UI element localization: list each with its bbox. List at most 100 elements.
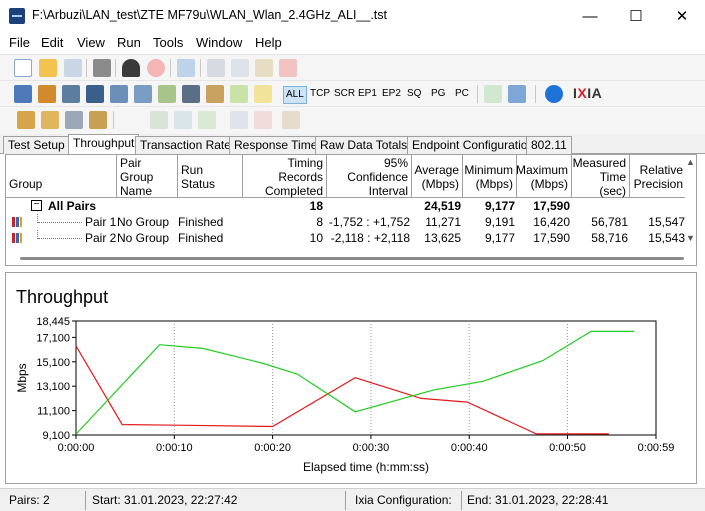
refresh-icon[interactable] [177, 59, 195, 77]
all-pairs-label: All Pairs [48, 199, 97, 213]
column-run-status[interactable]: Run Status [178, 155, 243, 198]
stop-icon[interactable] [147, 59, 165, 77]
filter-tcp-button[interactable]: TCP [308, 86, 332, 104]
info-icon[interactable] [545, 85, 563, 103]
plot-area [75, 320, 657, 436]
tab-802-11[interactable]: 802.11 [526, 136, 572, 154]
x-tick-label: 0:00:30 [353, 442, 390, 454]
menu-file[interactable]: File [9, 35, 30, 50]
options-icon[interactable] [230, 85, 248, 103]
cut-icon[interactable] [207, 59, 225, 77]
add-multicast-icon[interactable] [38, 85, 56, 103]
pair-maximum: 17,590 [533, 231, 570, 245]
column-minimum[interactable]: Minimum (Mbps) [463, 155, 517, 198]
open-folder-icon[interactable] [39, 59, 57, 77]
new-file-icon[interactable] [14, 59, 32, 77]
column-maximum[interactable]: Maximum (Mbps) [516, 155, 572, 198]
filter-pc-button[interactable]: PC [453, 86, 471, 104]
print-icon[interactable] [93, 59, 111, 77]
pair-tools-icon[interactable] [65, 111, 83, 129]
script-icon[interactable] [134, 85, 152, 103]
column-confidence-interval[interactable]: 95% Confidence Interval [327, 155, 412, 198]
tab-endpoint-configuration[interactable]: Endpoint Configuration [407, 136, 540, 154]
filter-scr-button[interactable]: SCR [332, 86, 357, 104]
filter-ep2-button[interactable]: EP2 [380, 86, 403, 104]
scroll-up-icon[interactable]: ▲ [686, 157, 695, 167]
filter-icon[interactable] [182, 85, 200, 103]
disabled-tool-6-icon[interactable] [282, 111, 300, 129]
toolbar-tools [0, 106, 705, 134]
disabled-tool-2-icon[interactable] [174, 111, 192, 129]
x-tick-label: 0:00:50 [549, 442, 586, 454]
column-pair-group-name[interactable]: Pair Group Name [117, 155, 178, 198]
menu-view[interactable]: View [77, 35, 105, 50]
add-pair-icon[interactable] [14, 85, 32, 103]
column-average[interactable]: Average (Mbps) [412, 155, 463, 198]
paste-icon[interactable] [255, 59, 273, 77]
menu-help[interactable]: Help [255, 35, 282, 50]
close-button[interactable]: ✕ [659, 0, 705, 32]
disabled-tool-1-icon[interactable] [150, 111, 168, 129]
pair-name: Pair 2 [85, 231, 117, 245]
x-axis-label: Elapsed time (h:mm:ss) [303, 460, 429, 474]
wizard-icon[interactable] [17, 111, 35, 129]
table-row[interactable]: Pair 1 No Group Finished 8 -1,752 : +1,7… [6, 214, 686, 230]
app-tools-icon[interactable] [89, 111, 107, 129]
column-measured-time[interactable]: Measured Time (sec) [572, 155, 630, 198]
all-pairs-average: 24,519 [424, 199, 461, 213]
menu-window[interactable]: Window [196, 35, 242, 50]
column-relative-precision[interactable]: Relative Precision [630, 155, 686, 198]
menu-edit[interactable]: Edit [41, 35, 63, 50]
column-group[interactable]: Group [6, 155, 117, 198]
y-tick-label: 15,100 [36, 357, 70, 369]
save-results-icon[interactable] [508, 85, 526, 103]
copy-icon[interactable] [231, 59, 249, 77]
save-icon[interactable] [64, 59, 82, 77]
delete-icon[interactable] [279, 59, 297, 77]
sort-icon[interactable] [254, 85, 272, 103]
group-icon[interactable] [206, 85, 224, 103]
filter-pg-button[interactable]: PG [429, 86, 447, 104]
menu-tools[interactable]: Tools [153, 35, 183, 50]
tab-transaction-rate[interactable]: Transaction Rate [135, 136, 236, 154]
disabled-tool-3-icon[interactable] [198, 111, 216, 129]
tab-test-setup[interactable]: Test Setup [3, 136, 70, 154]
pair-average: 13,625 [424, 231, 461, 245]
scroll-down-icon[interactable]: ▼ [686, 233, 695, 243]
horizontal-scroll-thumb[interactable] [20, 257, 684, 260]
all-pairs-minimum: 9,177 [484, 199, 515, 213]
network-icon[interactable] [86, 85, 104, 103]
disabled-tool-5-icon[interactable] [254, 111, 272, 129]
tab-raw-data-totals[interactable]: Raw Data Totals [315, 136, 413, 154]
maximize-button[interactable]: ☐ [613, 0, 659, 32]
tab-throughput[interactable]: Throughput [68, 134, 140, 155]
pair-minimum: 9,177 [484, 231, 515, 245]
table-row-all-pairs[interactable]: − All Pairs 18 24,519 9,177 17,590 [6, 198, 686, 214]
throughput-chart: 0:00:00 0:00:10 0:00:20 0:00:30 0:00:40 0:00:… [15, 316, 674, 474]
collapse-toggle[interactable]: − [31, 200, 42, 211]
endpoint-icon[interactable] [110, 85, 128, 103]
minimize-button[interactable]: — [567, 0, 613, 32]
pair-chart-icon [12, 233, 22, 243]
column-timing-records[interactable]: Timing Records Completed [243, 155, 327, 198]
disabled-tool-4-icon[interactable] [230, 111, 248, 129]
table-horizontal-scrollbar[interactable] [6, 253, 696, 265]
pair-wizard-icon[interactable] [41, 111, 59, 129]
filter-sq-button[interactable]: SQ [405, 86, 423, 104]
table-row[interactable]: Pair 2 No Group Finished 10 -2,118 : +2,… [6, 230, 686, 246]
menu-run[interactable]: Run [117, 35, 141, 50]
table-vertical-scrollbar[interactable]: ▲ ▼ [685, 155, 696, 253]
filter-ep1-button[interactable]: EP1 [356, 86, 379, 104]
edit-script-icon[interactable] [158, 85, 176, 103]
title-bar: F:\Arbuzi\LAN_test\ZTE MF79u\WLAN_Wlan_2… [0, 0, 705, 32]
x-tick-label: 0:00:00 [58, 442, 95, 454]
filter-all-button[interactable]: ALL [283, 86, 307, 104]
export-icon[interactable] [484, 85, 502, 103]
run-icon[interactable] [122, 59, 140, 77]
tab-response-time[interactable]: Response Time [229, 136, 323, 154]
pair-time: 56,781 [591, 215, 628, 229]
throughput-chart-panel: Throughput 0:00:00 0:00:10 0:00:20 0:00:30 0… [5, 272, 697, 484]
pair-precision: 15,543 [648, 231, 685, 245]
edit-pair-icon[interactable] [62, 85, 80, 103]
pair-group: No Group [117, 231, 170, 245]
